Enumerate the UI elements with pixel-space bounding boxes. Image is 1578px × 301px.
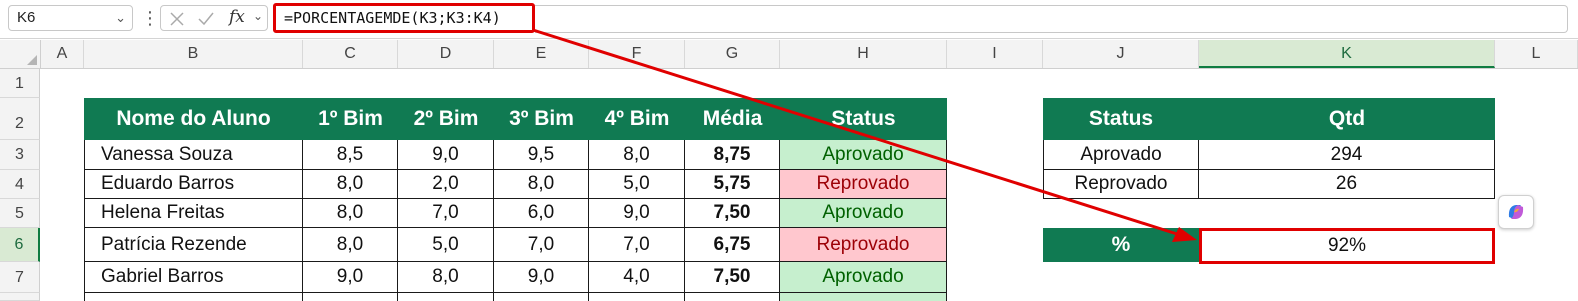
header-2-bim[interactable]: 2º Bim xyxy=(398,98,494,140)
row-header-6[interactable]: 6 xyxy=(0,228,40,262)
header-media[interactable]: Média xyxy=(685,98,780,140)
table-cell-grade[interactable]: 8,0 xyxy=(303,199,398,228)
row-header-8[interactable] xyxy=(0,293,40,301)
column-header-f[interactable]: F xyxy=(589,40,685,68)
summary-header-qtd[interactable]: Qtd xyxy=(1199,98,1495,140)
row-header-4[interactable]: 4 xyxy=(0,170,40,199)
column-header-d[interactable]: D xyxy=(398,40,494,68)
table-cell-grade[interactable] xyxy=(589,293,685,301)
formula-bar: K6 ⌄ ⋮ fx ⌄ =PORCENTAGEMDE(K3;K3:K4) xyxy=(0,0,1578,39)
table-cell-name[interactable]: Eduardo Barros xyxy=(84,170,303,199)
table-cell-grade[interactable]: 9,0 xyxy=(303,262,398,293)
table-cell-grade[interactable]: 8,5 xyxy=(303,140,398,170)
header-1-bim[interactable]: 1º Bim xyxy=(303,98,398,140)
column-header-c[interactable]: C xyxy=(303,40,398,68)
table-cell-grade[interactable]: 2,0 xyxy=(398,170,494,199)
table-cell-grade[interactable]: 8,0 xyxy=(398,262,494,293)
table-cell-grade[interactable]: 8,0 xyxy=(589,140,685,170)
summary-cell-status[interactable]: Reprovado xyxy=(1043,170,1199,199)
insert-function-icon[interactable]: fx xyxy=(229,7,245,27)
table-cell-status[interactable] xyxy=(780,293,947,301)
table-cell-grade[interactable]: 8,0 xyxy=(494,170,589,199)
row-header-7[interactable]: 7 xyxy=(0,262,40,293)
chevron-down-icon[interactable]: ⌄ xyxy=(253,9,263,23)
table-cell-grade[interactable]: 8,0 xyxy=(303,170,398,199)
header-nome-do-aluno[interactable]: Nome do Aluno xyxy=(84,98,303,140)
table-cell-media[interactable]: 8,75 xyxy=(685,140,780,170)
table-cell-grade[interactable]: 6,0 xyxy=(494,199,589,228)
percent-label-cell[interactable]: % xyxy=(1043,228,1199,262)
header-4-bim[interactable]: 4º Bim xyxy=(589,98,685,140)
name-box[interactable]: K6 ⌄ xyxy=(8,5,133,31)
formula-actions: fx ⌄ xyxy=(160,5,268,31)
column-header-a[interactable]: A xyxy=(41,40,84,68)
table-cell-grade[interactable] xyxy=(303,293,398,301)
table-cell-grade[interactable]: 8,0 xyxy=(303,228,398,262)
summary-header-status[interactable]: Status xyxy=(1043,98,1199,140)
table-cell-grade[interactable]: 9,0 xyxy=(589,199,685,228)
table-cell-status[interactable]: Aprovado xyxy=(780,262,947,293)
row-header-1[interactable]: 1 xyxy=(0,69,40,98)
table-cell-media[interactable]: 6,75 xyxy=(685,228,780,262)
table-cell-status[interactable]: Reprovado xyxy=(780,170,947,199)
summary-cell-status[interactable]: Aprovado xyxy=(1043,140,1199,170)
table-cell-grade[interactable]: 7,0 xyxy=(589,228,685,262)
table-cell-media[interactable]: 5,75 xyxy=(685,170,780,199)
cancel-icon[interactable] xyxy=(169,11,185,27)
copilot-icon[interactable] xyxy=(1498,195,1534,229)
table-cell-grade[interactable] xyxy=(494,293,589,301)
row-header-5[interactable]: 5 xyxy=(0,199,40,228)
select-all-corner[interactable] xyxy=(0,40,41,68)
table-cell-grade[interactable]: 7,0 xyxy=(398,199,494,228)
table-cell-grade[interactable]: 9,5 xyxy=(494,140,589,170)
table-cell-name[interactable] xyxy=(84,293,303,301)
table-cell-media[interactable] xyxy=(685,293,780,301)
column-headers: A B C D E F G H I J K L xyxy=(0,40,1578,69)
header-status[interactable]: Status xyxy=(780,98,947,140)
table-cell-grade[interactable]: 5,0 xyxy=(589,170,685,199)
more-options-icon[interactable]: ⋮ xyxy=(141,6,159,30)
column-header-b[interactable]: B xyxy=(84,40,303,68)
table-cell-grade[interactable]: 4,0 xyxy=(589,262,685,293)
column-header-l[interactable]: L xyxy=(1495,40,1578,68)
header-3-bim[interactable]: 3º Bim xyxy=(494,98,589,140)
table-cell-media[interactable]: 7,50 xyxy=(685,199,780,228)
table-cell-grade[interactable] xyxy=(398,293,494,301)
table-cell-status[interactable]: Aprovado xyxy=(780,199,947,228)
table-cell-media[interactable]: 7,50 xyxy=(685,262,780,293)
row-header-3[interactable]: 3 xyxy=(0,140,40,170)
column-header-k[interactable]: K xyxy=(1199,40,1495,68)
summary-cell-qtd[interactable]: 294 xyxy=(1199,140,1495,170)
formula-input-frame xyxy=(535,5,1568,33)
column-header-i[interactable]: I xyxy=(947,40,1043,68)
formula-input[interactable]: =PORCENTAGEMDE(K3;K3:K4) xyxy=(273,3,535,33)
table-cell-grade[interactable]: 9,0 xyxy=(494,262,589,293)
percent-value-cell[interactable]: 92% xyxy=(1199,228,1495,264)
column-header-j[interactable]: J xyxy=(1043,40,1199,68)
table-cell-status[interactable]: Aprovado xyxy=(780,140,947,170)
name-box-value: K6 xyxy=(17,9,36,26)
table-cell-name[interactable]: Gabriel Barros xyxy=(84,262,303,293)
table-cell-grade[interactable]: 9,0 xyxy=(398,140,494,170)
table-cell-grade[interactable]: 7,0 xyxy=(494,228,589,262)
table-cell-grade[interactable]: 5,0 xyxy=(398,228,494,262)
table-cell-name[interactable]: Vanessa Souza xyxy=(84,140,303,170)
chevron-down-icon[interactable]: ⌄ xyxy=(115,6,126,30)
table-cell-status[interactable]: Reprovado xyxy=(780,228,947,262)
column-header-e[interactable]: E xyxy=(494,40,589,68)
summary-cell-qtd[interactable]: 26 xyxy=(1199,170,1495,199)
table-cell-name[interactable]: Patrícia Rezende xyxy=(84,228,303,262)
enter-icon[interactable] xyxy=(197,11,215,27)
column-header-g[interactable]: G xyxy=(685,40,780,68)
table-cell-name[interactable]: Helena Freitas xyxy=(84,199,303,228)
row-header-2[interactable]: 2 xyxy=(0,98,40,140)
column-header-h[interactable]: H xyxy=(780,40,947,68)
